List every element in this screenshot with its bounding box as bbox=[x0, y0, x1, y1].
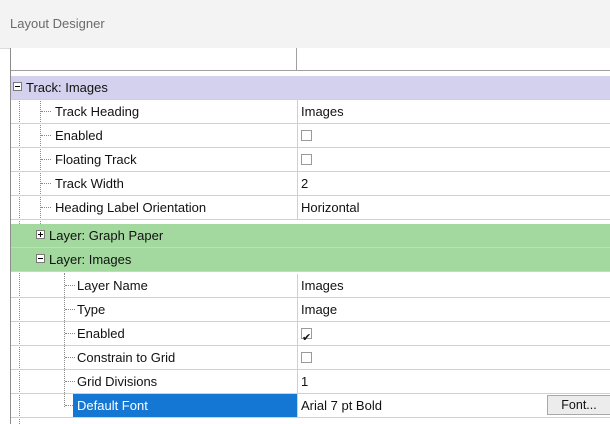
tree-connector bbox=[41, 159, 51, 160]
property-name: Track Width bbox=[55, 176, 124, 191]
property-row[interactable]: Heading Label Orientation Horizontal bbox=[11, 196, 610, 220]
section-track-images[interactable]: Track: Images bbox=[11, 76, 610, 100]
font-button[interactable]: Font... bbox=[547, 395, 610, 415]
tree-connector bbox=[65, 285, 75, 286]
property-name: Layer Name bbox=[77, 278, 148, 293]
property-name: Enabled bbox=[55, 128, 103, 143]
layer-graph-paper[interactable]: Layer: Graph Paper bbox=[11, 224, 610, 248]
property-row[interactable]: Grid Divisions 1 bbox=[11, 370, 610, 394]
property-grid-header bbox=[11, 48, 610, 71]
property-name: Heading Label Orientation bbox=[55, 200, 207, 215]
property-row[interactable]: Constrain to Grid bbox=[11, 346, 610, 370]
layer-label: Layer: Images bbox=[49, 252, 132, 267]
property-row[interactable]: Layer Name Images bbox=[11, 274, 610, 298]
property-value[interactable]: Images bbox=[297, 274, 610, 297]
default-font-value[interactable]: Arial 7 pt Bold bbox=[301, 398, 382, 413]
tree-connector bbox=[65, 357, 75, 358]
property-name: Floating Track bbox=[55, 152, 137, 167]
layout-designer-window: Layout Designer Track: Images Track Head… bbox=[0, 0, 610, 424]
property-value: Arial 7 pt Bold Font... bbox=[297, 394, 610, 417]
expand-icon[interactable] bbox=[36, 230, 45, 239]
property-row[interactable]: Enabled bbox=[11, 322, 610, 349]
tree-connector bbox=[65, 381, 75, 382]
tree-connector bbox=[41, 135, 51, 136]
property-value[interactable]: 1 bbox=[297, 370, 610, 393]
enabled-checkbox[interactable] bbox=[301, 130, 312, 142]
property-row[interactable]: Enabled bbox=[11, 124, 610, 148]
collapse-icon[interactable] bbox=[13, 82, 22, 91]
window-title: Layout Designer bbox=[10, 16, 105, 31]
header-column-separator[interactable] bbox=[296, 48, 297, 70]
property-value[interactable]: 2 bbox=[297, 172, 610, 195]
title-bar: Layout Designer bbox=[0, 0, 610, 49]
property-name: Type bbox=[77, 302, 106, 317]
constrain-to-grid-checkbox[interactable] bbox=[301, 352, 312, 364]
property-value bbox=[297, 124, 610, 147]
property-name: Default Font bbox=[73, 394, 297, 417]
property-value[interactable]: Image bbox=[297, 298, 610, 321]
collapse-icon[interactable] bbox=[36, 254, 45, 263]
layer-enabled-checkbox[interactable] bbox=[301, 326, 312, 349]
property-name: Track Heading bbox=[55, 104, 140, 119]
property-name: Grid Divisions bbox=[77, 374, 158, 389]
property-value bbox=[297, 322, 610, 349]
property-row-selected[interactable]: Default Font Arial 7 pt Bold Font... bbox=[11, 394, 610, 418]
tree-connector bbox=[41, 207, 51, 208]
layer-label: Layer: Graph Paper bbox=[49, 228, 164, 243]
property-row[interactable]: Type Image bbox=[11, 298, 610, 322]
section-label: Track: Images bbox=[26, 80, 108, 95]
layer-images[interactable]: Layer: Images bbox=[11, 248, 610, 272]
floating-track-checkbox[interactable] bbox=[301, 154, 312, 166]
tree-connector bbox=[65, 309, 75, 310]
tree-connector bbox=[65, 333, 75, 334]
property-name: Constrain to Grid bbox=[77, 350, 176, 365]
property-row[interactable]: Track Heading Images bbox=[11, 100, 610, 124]
property-row[interactable]: Track Width 2 bbox=[11, 172, 610, 196]
property-grid: Track: Images Track Heading Images Enabl… bbox=[10, 48, 610, 424]
property-value[interactable]: Horizontal bbox=[297, 196, 610, 219]
property-value bbox=[297, 148, 610, 171]
property-name: Enabled bbox=[77, 326, 125, 341]
property-value[interactable]: Images bbox=[297, 100, 610, 123]
tree-connector bbox=[41, 111, 51, 112]
tree-connector bbox=[41, 183, 51, 184]
property-row[interactable]: Floating Track bbox=[11, 148, 610, 172]
property-value bbox=[297, 346, 610, 369]
